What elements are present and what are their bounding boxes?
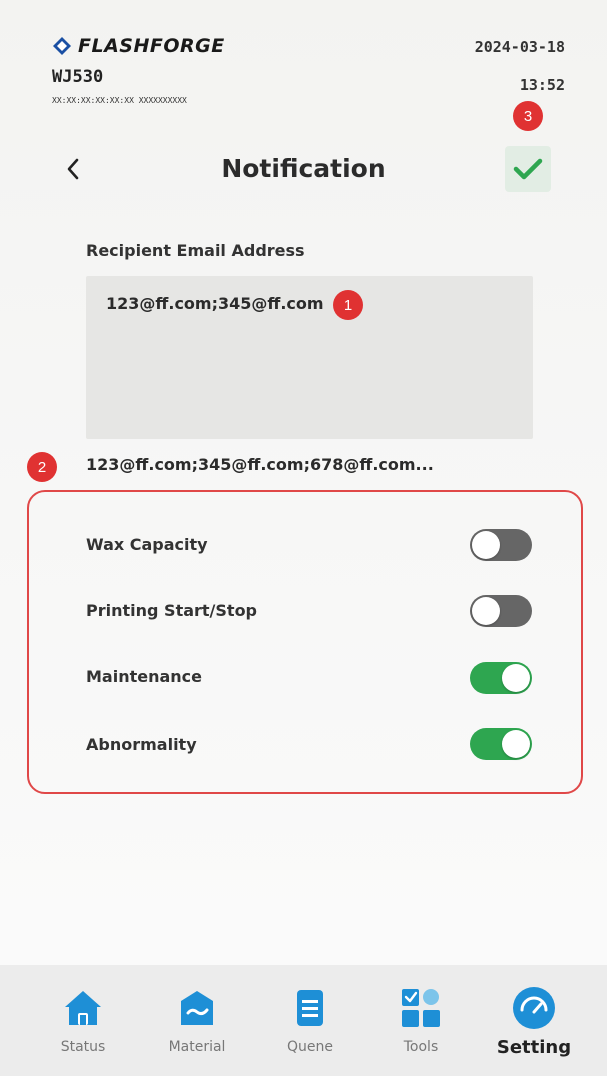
home-icon [60,985,106,1031]
brand-logo: FLASHFORGE [52,35,225,57]
nav-item-tools[interactable]: Tools [366,965,476,1076]
nav-item-setting[interactable]: Setting [479,965,589,1076]
option-label-maintenance: Maintenance [86,667,203,686]
nav-label-setting: Setting [496,1037,572,1058]
flashforge-logo-icon [53,37,71,55]
option-label-abnormality: Abnormality [86,735,197,754]
checkmark-icon [513,158,543,180]
material-icon [174,985,220,1031]
header-time: 13:52 [519,76,565,94]
email-field-label: Recipient Email Address [86,241,305,260]
toggle-knob [502,730,530,758]
email-input[interactable]: 123@ff.com;345@ff.com [86,276,533,439]
nav-label-tools: Tools [403,1039,439,1055]
screen: FLASHFORGE WJ530 XX:XX:XX:XX:XX:XX XXXXX… [0,0,607,1076]
nav-label-material: Material [168,1039,226,1055]
nav-item-queue[interactable]: Quene [255,965,365,1076]
toggle-printing-start-stop[interactable] [470,595,532,627]
toggle-knob [472,531,500,559]
printer-serial: XX:XX:XX:XX:XX:XX XXXXXXXXXX [52,96,187,105]
callout-badge-1: 1 [333,290,363,320]
printer-model: WJ530 [52,67,104,87]
nav-label-status: Status [60,1039,106,1055]
confirm-button[interactable] [505,146,551,192]
toggle-knob [502,664,530,692]
setting-icon [511,985,557,1031]
nav-label-queue: Quene [287,1039,333,1055]
email-input-value: 123@ff.com;345@ff.com [106,294,324,313]
callout-badge-2: 2 [27,452,57,482]
toggle-maintenance[interactable] [470,662,532,694]
tools-icon [398,985,444,1031]
nav-item-material[interactable]: Material [142,965,252,1076]
toggle-knob [472,597,500,625]
header-date: 2024-03-18 [474,38,565,56]
callout-badge-3: 3 [513,101,543,131]
bottom-nav-bar: Status Material Quene Tools Setting [0,965,607,1076]
toggle-wax-capacity[interactable] [470,529,532,561]
brand-name: FLASHFORGE [78,35,225,57]
nav-item-status[interactable]: Status [28,965,138,1076]
toggle-abnormality[interactable] [470,728,532,760]
option-label-printing-start-stop: Printing Start/Stop [86,601,258,620]
queue-icon [287,985,333,1031]
saved-email-list: 123@ff.com;345@ff.com;678@ff.com... [86,455,434,474]
option-label-wax-capacity: Wax Capacity [86,535,208,554]
